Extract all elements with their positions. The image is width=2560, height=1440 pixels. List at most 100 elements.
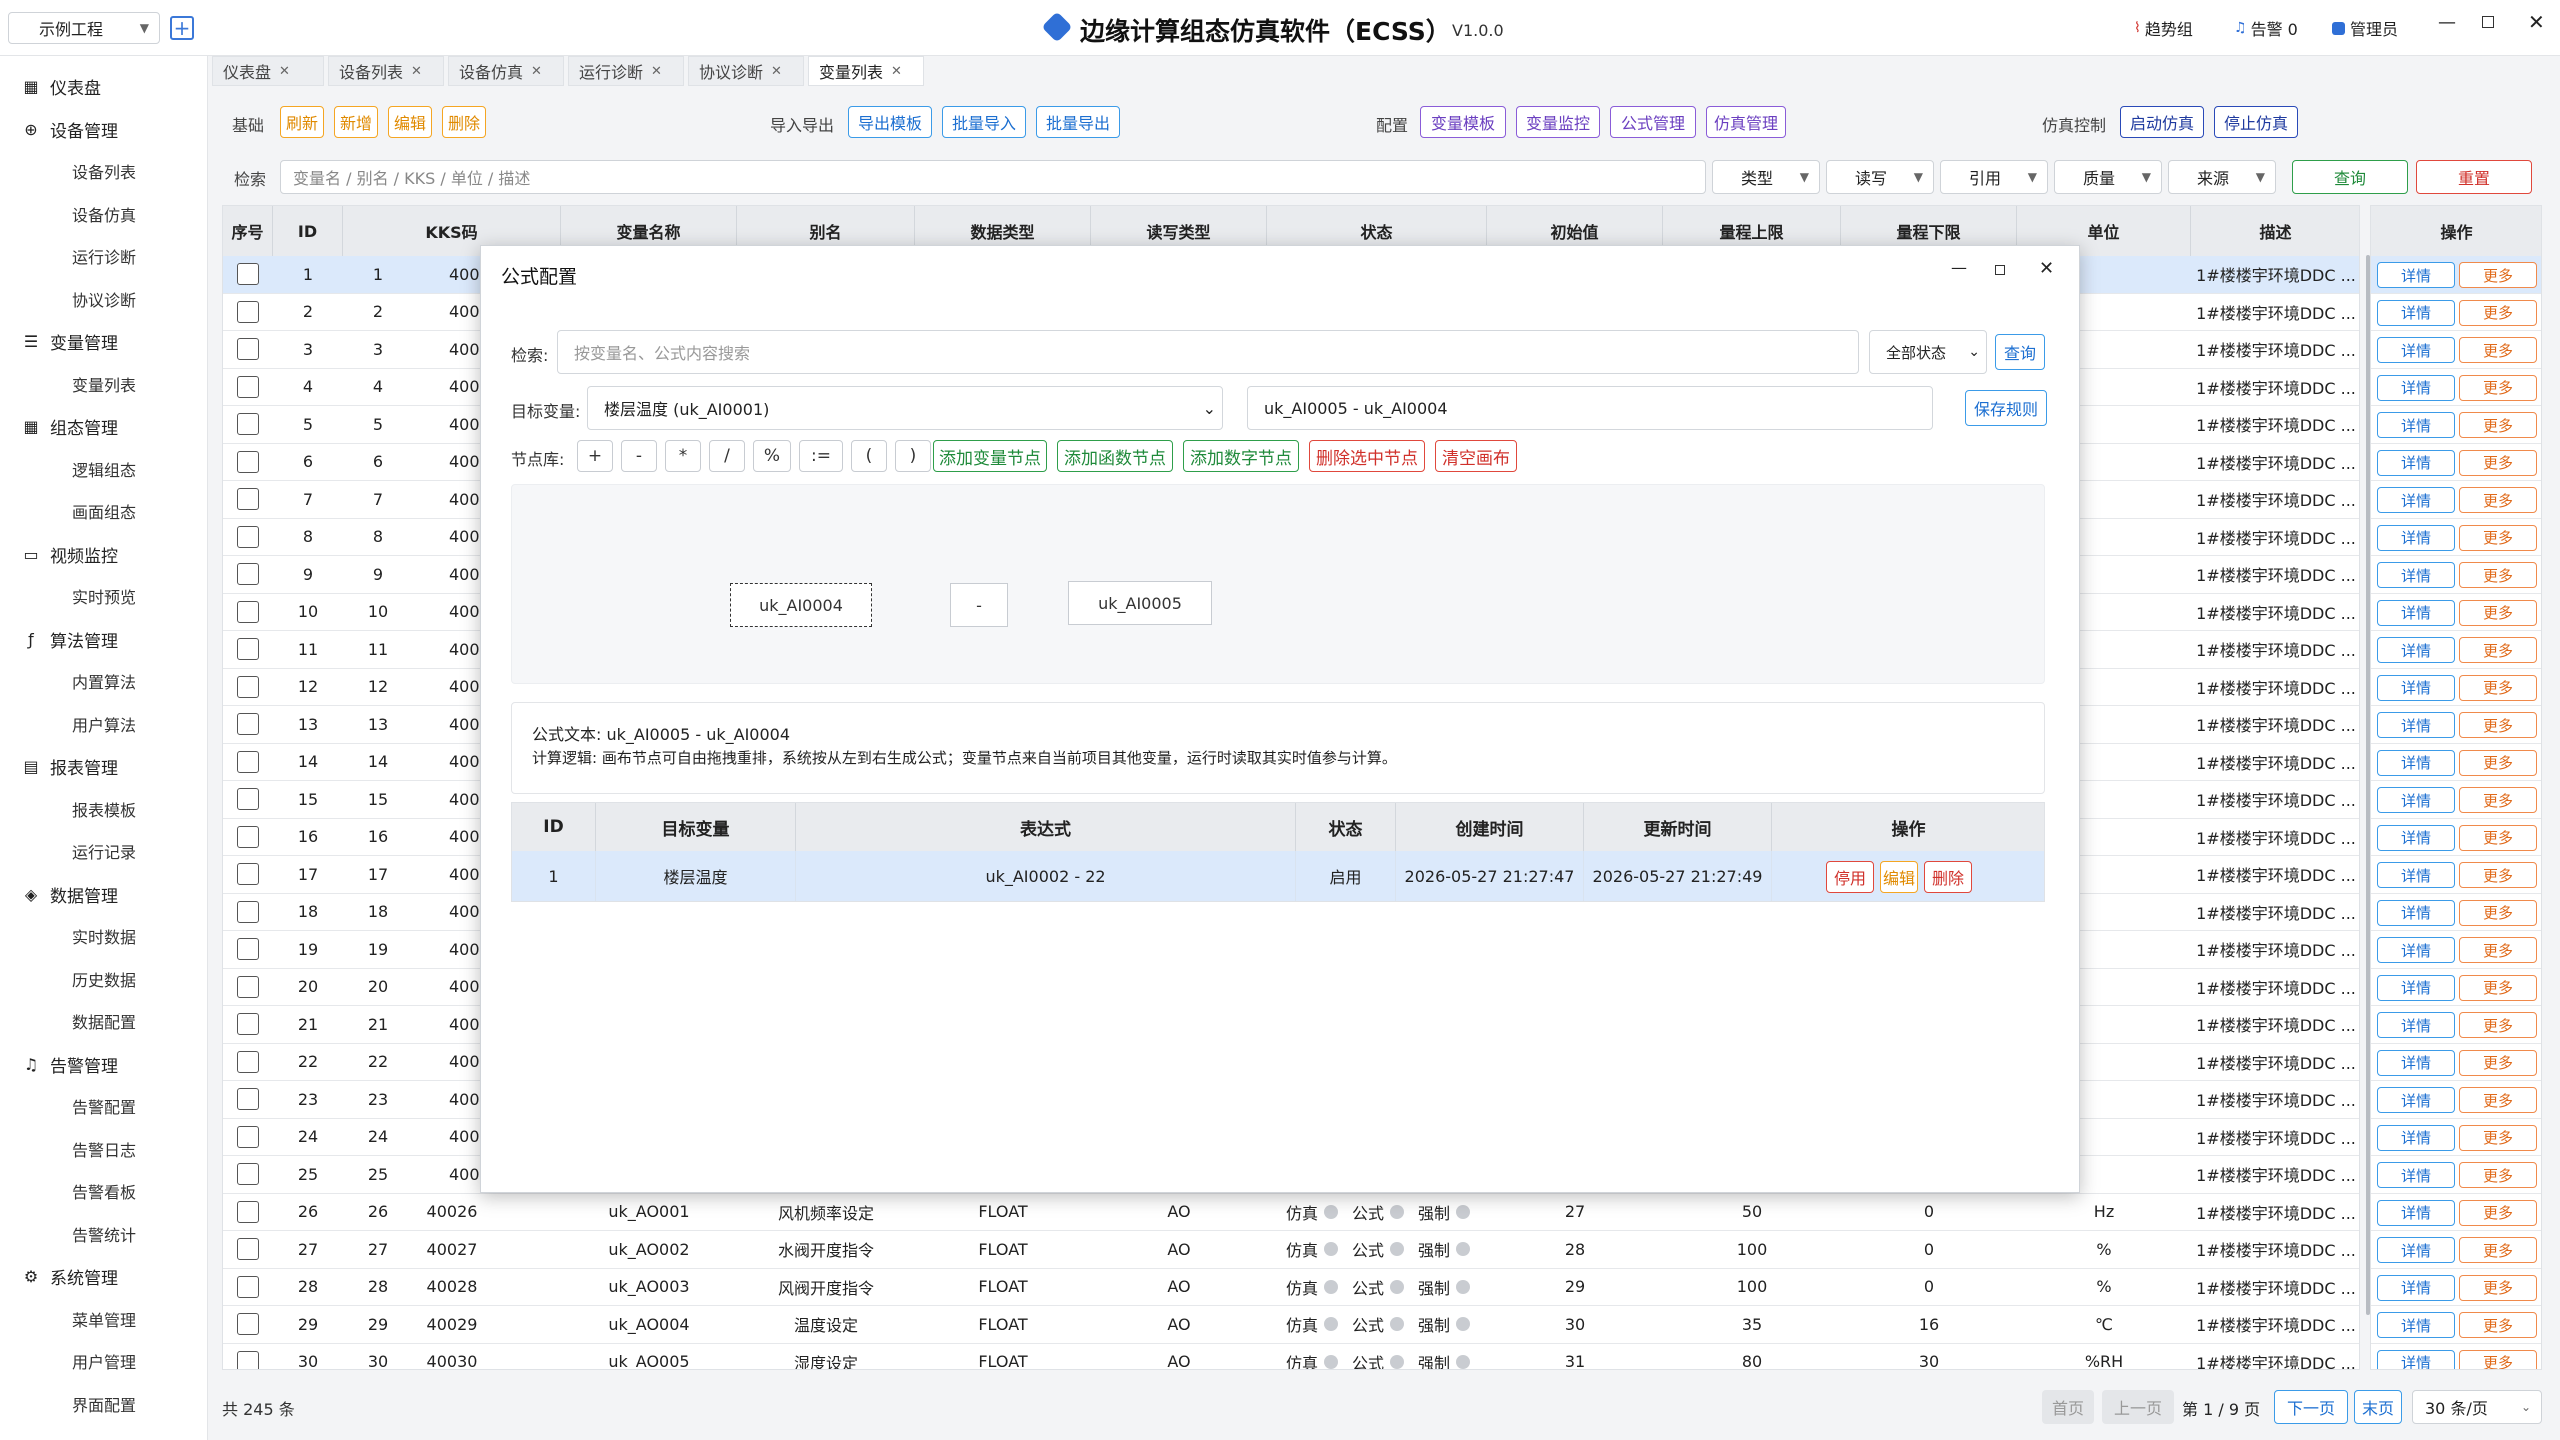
- more-button[interactable]: 更多: [2459, 262, 2537, 288]
- more-button[interactable]: 更多: [2459, 562, 2537, 588]
- more-button[interactable]: 更多: [2459, 487, 2537, 513]
- row-checkbox[interactable]: [237, 1313, 259, 1336]
- sidebar-item[interactable]: 告警看板: [72, 1179, 136, 1203]
- row-checkbox[interactable]: [237, 900, 259, 923]
- sidebar-item[interactable]: 设备仿真: [72, 202, 136, 226]
- row-checkbox[interactable]: [237, 450, 259, 473]
- sidebar-group[interactable]: ☰ 变量管理: [22, 329, 118, 354]
- close-icon[interactable]: ✕: [531, 64, 542, 79]
- toolbar-button[interactable]: 批量导出: [1036, 106, 1120, 138]
- save-rule-button[interactable]: 保存规则: [1965, 390, 2047, 426]
- detail-button[interactable]: 详情: [2377, 974, 2455, 1001]
- more-button[interactable]: 更多: [2459, 299, 2537, 326]
- close-icon[interactable]: ✕: [771, 64, 782, 79]
- sidebar-item[interactable]: 用户算法: [72, 712, 136, 736]
- toolbar-button[interactable]: 仿真管理: [1706, 106, 1786, 138]
- toolbar-button[interactable]: 导出模板: [848, 106, 932, 138]
- dialog-maximize-button[interactable]: [1995, 265, 2005, 275]
- rule-column-header[interactable]: 目标变量: [596, 803, 796, 851]
- rule-column-header[interactable]: 更新时间: [1584, 803, 1772, 851]
- row-checkbox[interactable]: [237, 338, 259, 361]
- tab-item[interactable]: 变量列表 ✕: [808, 56, 924, 86]
- detail-button[interactable]: 详情: [2377, 1049, 2455, 1076]
- detail-button[interactable]: 详情: [2377, 599, 2455, 626]
- detail-button[interactable]: 详情: [2377, 674, 2455, 701]
- table-scrollbar[interactable]: [2366, 255, 2370, 1315]
- row-checkbox[interactable]: [237, 1125, 259, 1148]
- status-toggle[interactable]: [1323, 1354, 1338, 1369]
- tab-item[interactable]: 设备列表 ✕: [328, 56, 444, 86]
- close-window-button[interactable]: ✕: [2528, 10, 2545, 34]
- column-header[interactable]: 序号: [223, 206, 273, 256]
- toolbar-button[interactable]: 刷新: [280, 106, 324, 138]
- filter-select[interactable]: 质量 ▼: [2054, 160, 2162, 194]
- detail-button[interactable]: 详情: [2377, 749, 2455, 776]
- node-action-button[interactable]: 添加变量节点: [933, 440, 1047, 472]
- sidebar-group[interactable]: ▤ 报表管理: [22, 754, 118, 779]
- row-checkbox[interactable]: [237, 750, 259, 773]
- alarm-button[interactable]: ♫ 告警 0: [2234, 16, 2298, 40]
- node-op-button[interactable]: %: [753, 440, 791, 472]
- node-op-button[interactable]: /: [709, 440, 745, 472]
- detail-button[interactable]: 详情: [2377, 1312, 2455, 1338]
- row-checkbox[interactable]: [237, 1275, 259, 1298]
- sidebar-item[interactable]: 告警统计: [72, 1222, 136, 1246]
- row-checkbox[interactable]: [237, 1050, 259, 1073]
- row-checkbox[interactable]: [237, 1350, 259, 1369]
- detail-button[interactable]: 详情: [2377, 524, 2455, 551]
- more-button[interactable]: 更多: [2459, 1124, 2537, 1151]
- rule-column-header[interactable]: 状态: [1296, 803, 1396, 851]
- more-button[interactable]: 更多: [2459, 374, 2537, 401]
- sidebar-item[interactable]: 报表模板: [72, 797, 136, 821]
- node-op-button[interactable]: (: [851, 440, 887, 472]
- detail-button[interactable]: 详情: [2377, 1237, 2455, 1263]
- more-button[interactable]: 更多: [2459, 337, 2537, 363]
- row-checkbox[interactable]: [237, 863, 259, 886]
- first-page-button[interactable]: 首页: [2042, 1390, 2094, 1424]
- rule-column-header[interactable]: 创建时间: [1396, 803, 1584, 851]
- row-checkbox[interactable]: [237, 825, 259, 848]
- node-op-button[interactable]: :=: [799, 440, 843, 472]
- node-op-button[interactable]: *: [665, 440, 701, 472]
- rule-action-button[interactable]: 停用: [1826, 861, 1874, 893]
- rule-column-header[interactable]: 表达式: [796, 803, 1296, 851]
- dialog-minimize-button[interactable]: —: [1951, 258, 1967, 277]
- detail-button[interactable]: 详情: [2377, 1087, 2455, 1113]
- formula-canvas[interactable]: uk_AI0004 - uk_AI0005: [511, 484, 2045, 684]
- more-button[interactable]: 更多: [2459, 449, 2537, 476]
- more-button[interactable]: 更多: [2459, 787, 2537, 813]
- toolbar-button[interactable]: 新增: [334, 106, 378, 138]
- status-toggle[interactable]: [1456, 1317, 1471, 1332]
- detail-button[interactable]: 详情: [2377, 487, 2455, 513]
- filter-select[interactable]: 类型 ▼: [1712, 160, 1820, 194]
- status-toggle[interactable]: [1390, 1242, 1404, 1257]
- detail-button[interactable]: 详情: [2377, 449, 2455, 476]
- prev-page-button[interactable]: 上一页: [2102, 1390, 2174, 1424]
- status-toggle[interactable]: [1456, 1204, 1471, 1219]
- row-checkbox[interactable]: [237, 1200, 259, 1223]
- detail-button[interactable]: 详情: [2377, 412, 2455, 438]
- sidebar-item[interactable]: 运行诊断: [72, 244, 136, 268]
- sidebar-item[interactable]: 历史数据: [72, 967, 136, 991]
- sidebar-item[interactable]: 告警配置: [72, 1094, 136, 1118]
- node-op-button[interactable]: +: [577, 440, 613, 472]
- more-button[interactable]: 更多: [2459, 1237, 2537, 1263]
- column-header[interactable]: ID: [273, 206, 343, 256]
- sidebar-item[interactable]: 协议诊断: [72, 287, 136, 311]
- more-button[interactable]: 更多: [2459, 1274, 2537, 1301]
- dialog-close-button[interactable]: ✕: [2039, 258, 2054, 279]
- toolbar-button[interactable]: 批量导入: [942, 106, 1026, 138]
- row-checkbox[interactable]: [237, 675, 259, 698]
- more-button[interactable]: 更多: [2459, 1012, 2537, 1038]
- close-icon[interactable]: ✕: [891, 64, 902, 79]
- node-action-button[interactable]: 清空画布: [1435, 440, 1517, 472]
- row-checkbox[interactable]: [237, 525, 259, 548]
- page-size-select[interactable]: 30 条/页 ⌄: [2412, 1390, 2542, 1424]
- detail-button[interactable]: 详情: [2377, 899, 2455, 926]
- row-checkbox[interactable]: [237, 263, 259, 286]
- sidebar-item[interactable]: 逻辑组态: [72, 457, 136, 481]
- tab-item[interactable]: 协议诊断 ✕: [688, 56, 804, 86]
- more-button[interactable]: 更多: [2459, 899, 2537, 926]
- toolbar-button[interactable]: 公式管理: [1610, 106, 1696, 138]
- more-button[interactable]: 更多: [2459, 599, 2537, 626]
